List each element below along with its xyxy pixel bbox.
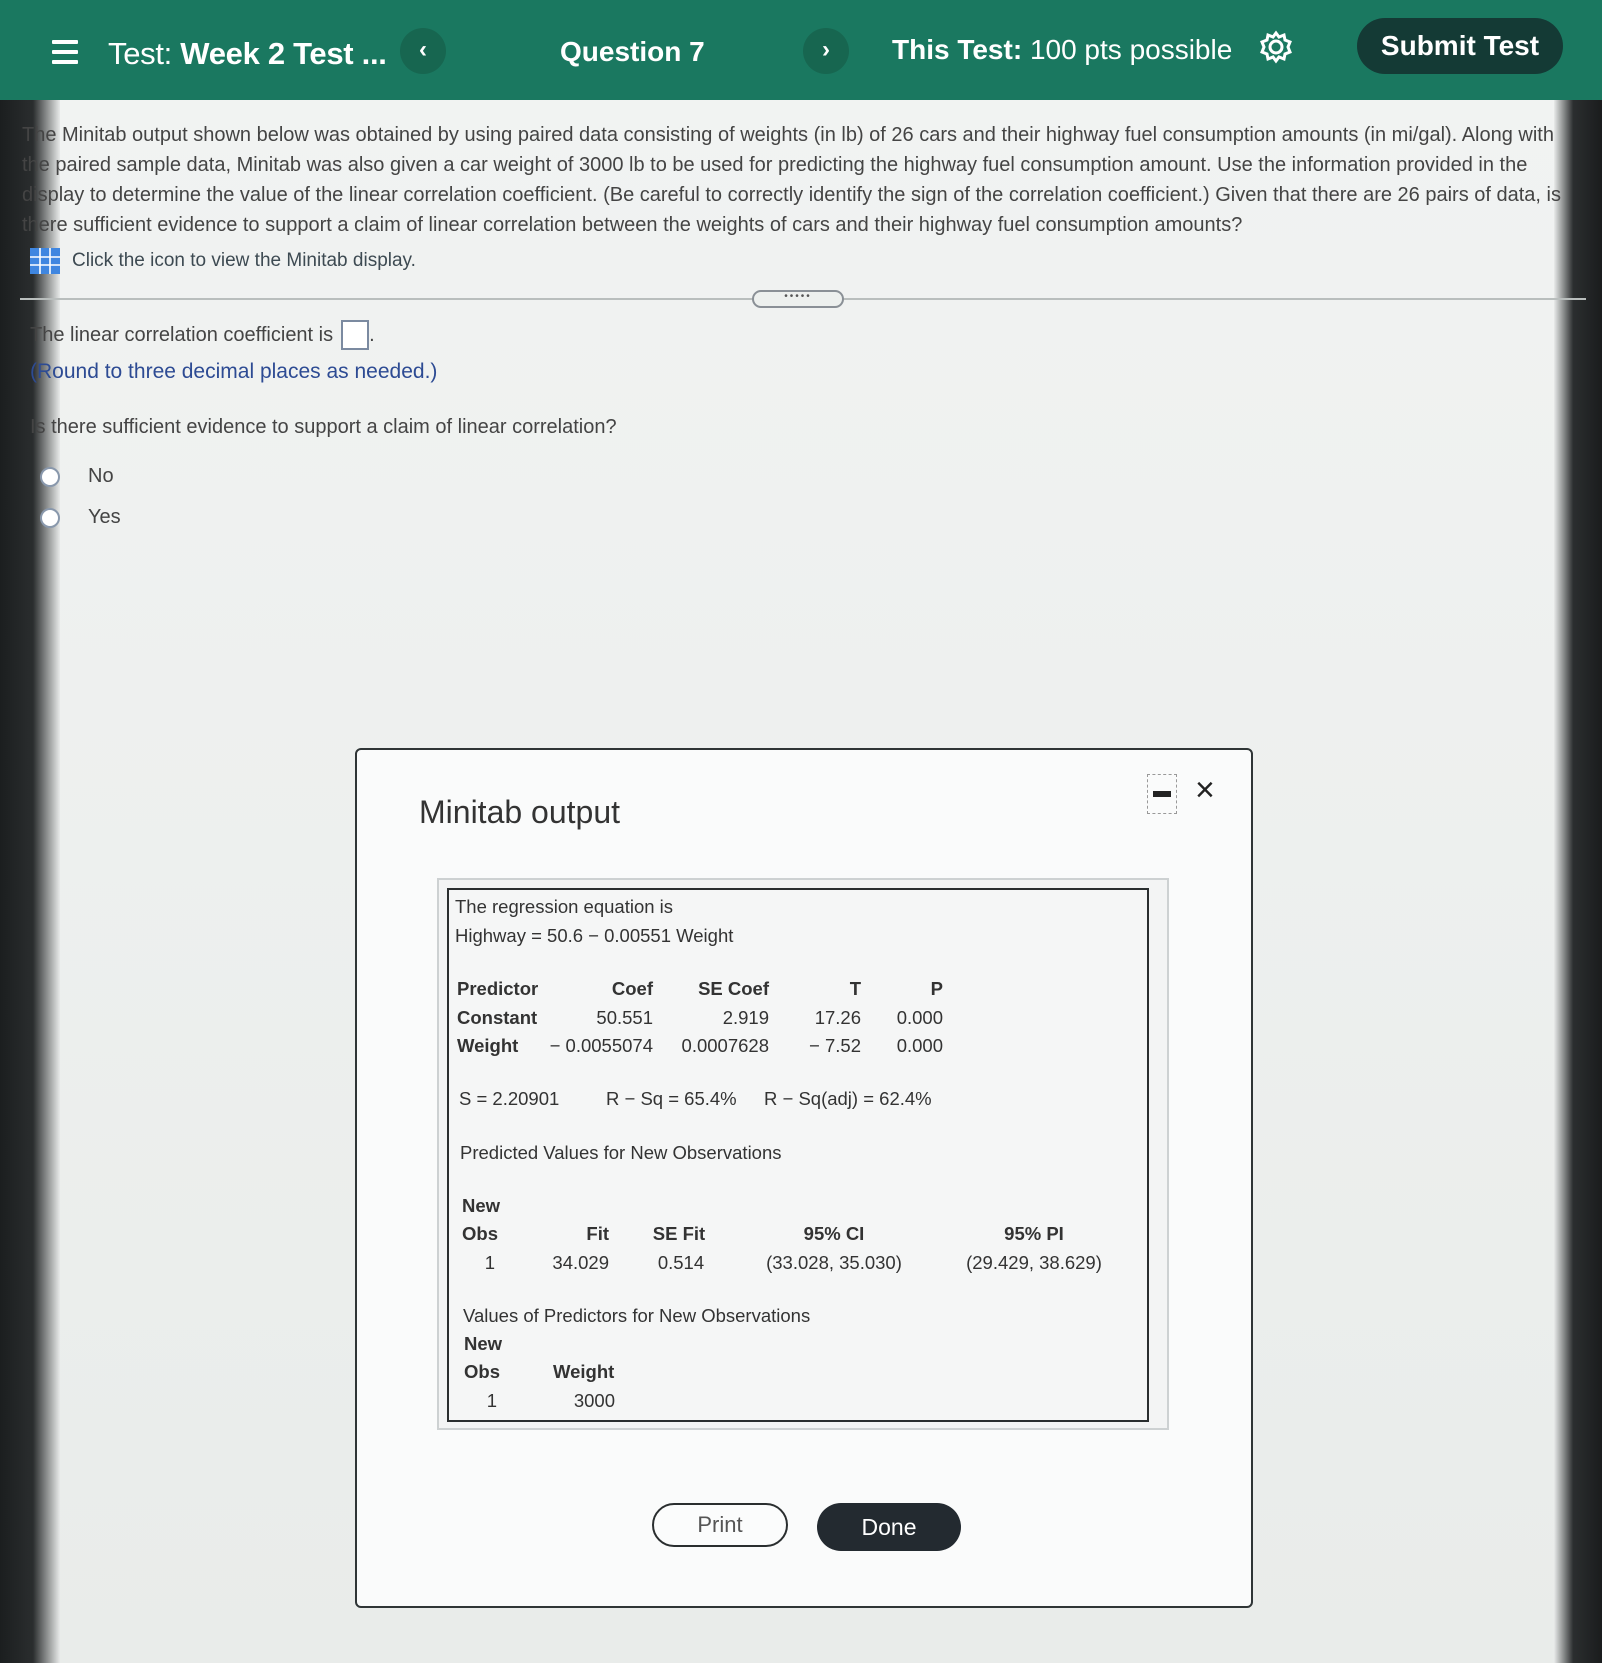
print-button[interactable]: Print (652, 1503, 788, 1547)
submit-test-button[interactable]: Submit Test (1357, 18, 1563, 74)
option-no-label: No (88, 465, 114, 487)
row-weight-se: 0.0007628 (681, 1035, 769, 1056)
question-title: Question 7 (560, 36, 705, 67)
radio-yes[interactable] (40, 507, 60, 528)
r-sq-value: R − Sq = 65.4% (606, 1088, 737, 1109)
pred-header-obs: Obs (462, 1223, 498, 1244)
answer-area: The linear correlation coefficient is . … (30, 320, 617, 529)
pred-header-pi: 95% PI (1004, 1223, 1064, 1244)
dialog-title: Minitab output (419, 794, 621, 830)
predictor-values-title: Values of Predictors for New Observation… (463, 1305, 811, 1326)
previous-question-button[interactable]: ‹ (400, 28, 446, 74)
test-points-value: 100 pts possible (1029, 34, 1233, 65)
pred-row-fit: 34.029 (552, 1252, 609, 1273)
test-label: Test: (108, 36, 172, 71)
row-weight-label: Weight (457, 1035, 519, 1056)
screen: Test: Week 2 Test ... ‹ Question 7 › Thi… (0, 0, 1602, 1663)
question-paragraph: The Minitab output shown below was obtai… (22, 124, 1561, 236)
test-points-label: This Test: (892, 34, 1023, 65)
val-row-obs: 1 (486, 1390, 497, 1411)
header-predictor: Predictor (457, 978, 539, 999)
chevron-left-icon: ‹ (419, 36, 427, 63)
pred-row-se-fit: 0.514 (657, 1252, 705, 1273)
correlation-prompt: The linear correlation coefficient is (30, 323, 334, 346)
val-header-obs: Obs (464, 1361, 500, 1382)
r-sq-adj-value: R − Sq(adj) = 62.4% (764, 1088, 932, 1109)
correlation-row: The linear correlation coefficient is . (30, 320, 617, 350)
header-p: P (930, 978, 943, 999)
test-points: This Test: 100 pts possible (892, 34, 1232, 66)
radio-no[interactable] (40, 466, 60, 487)
option-no[interactable]: No (40, 465, 617, 488)
minitab-dialog: Minitab output × The regression equation… (355, 748, 1253, 1608)
row-constant-p: 0.000 (896, 1007, 943, 1028)
s-value: S = 2.20901 (459, 1088, 560, 1109)
predicted-values-title: Predicted Values for New Observations (460, 1142, 782, 1163)
test-name: Week 2 Test ... (180, 36, 387, 71)
evidence-question: Is there sufficient evidence to support … (30, 416, 617, 438)
option-yes[interactable]: Yes (40, 506, 617, 529)
top-header-bar: Test: Week 2 Test ... ‹ Question 7 › Thi… (0, 0, 1602, 100)
pred-row-obs: 1 (484, 1252, 495, 1273)
row-constant-se: 2.919 (722, 1007, 769, 1028)
resize-handle[interactable]: ••••• (752, 290, 844, 308)
menu-icon[interactable] (52, 40, 78, 64)
pred-header-fit: Fit (586, 1223, 609, 1244)
row-weight-t: − 7.52 (809, 1035, 861, 1056)
correlation-period: . (369, 323, 375, 346)
next-question-button[interactable]: › (803, 28, 849, 74)
rounding-hint: (Round to three decimal places as needed… (30, 360, 438, 383)
close-icon[interactable]: × (1195, 773, 1215, 807)
option-yes-label: Yes (88, 506, 121, 528)
gear-icon[interactable] (1259, 30, 1293, 64)
minitab-link-text: Click the icon to view the Minitab displ… (72, 250, 416, 271)
val-new-label: New (464, 1333, 503, 1354)
header-coef: Coef (611, 978, 653, 999)
minitab-output-frame: The regression equation is Highway = 50.… (437, 878, 1169, 1430)
table-icon[interactable] (30, 248, 60, 274)
regression-eq-title: The regression equation is (455, 896, 674, 917)
row-constant-coef: 50.551 (596, 1007, 653, 1028)
test-title: Test: Week 2 Test ... (108, 36, 387, 72)
pred-header-se-fit: SE Fit (652, 1223, 706, 1244)
right-bezel (1554, 95, 1602, 1663)
header-se-coef: SE Coef (698, 978, 769, 999)
done-button[interactable]: Done (817, 1503, 961, 1551)
chevron-right-icon: › (822, 36, 830, 63)
question-text: The Minitab output shown below was obtai… (22, 120, 1582, 240)
minimize-icon[interactable] (1147, 774, 1177, 814)
minitab-output: The regression equation is Highway = 50.… (447, 888, 1149, 1422)
val-row-weight: 3000 (573, 1390, 615, 1411)
pred-row-ci: (33.028, 35.030) (766, 1252, 902, 1273)
row-constant-label: Constant (457, 1007, 538, 1028)
pred-new-label: New (462, 1195, 501, 1216)
row-constant-t: 17.26 (814, 1007, 861, 1028)
val-header-weight: Weight (553, 1361, 615, 1382)
minitab-display-link[interactable]: Click the icon to view the Minitab displ… (30, 248, 416, 274)
row-weight-p: 0.000 (896, 1035, 943, 1056)
correlation-answer-input[interactable] (341, 320, 370, 350)
pred-header-ci: 95% CI (803, 1223, 865, 1244)
regression-equation: Highway = 50.6 − 0.00551 Weight (455, 925, 734, 946)
pred-row-pi: (29.429, 38.629) (966, 1252, 1102, 1273)
header-t: T (849, 978, 861, 999)
row-weight-coef: − 0.0055074 (549, 1035, 653, 1056)
